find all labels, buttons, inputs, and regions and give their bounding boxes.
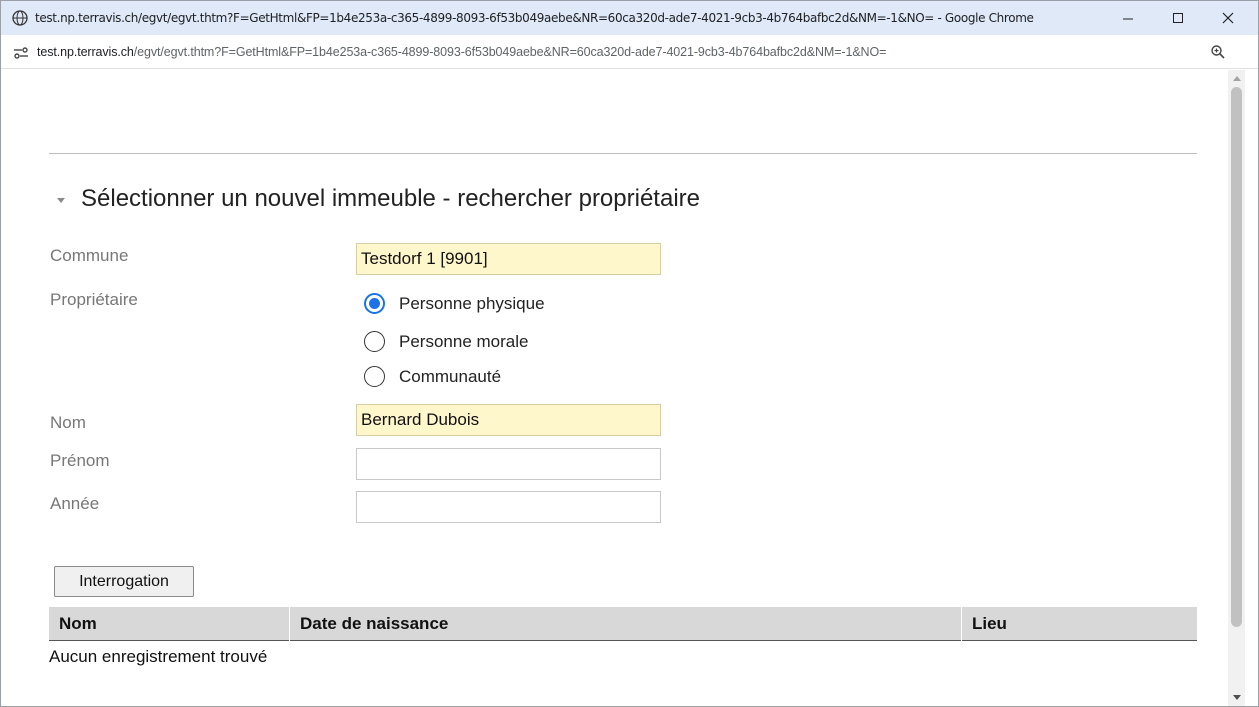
close-button[interactable] [1201,1,1255,35]
table-header: Nom Date de naissance Lieu [49,607,1197,641]
commune-field[interactable] [356,243,661,275]
section-title: Sélectionner un nouvel immeuble - recher… [81,185,700,212]
browser-window: test.np.terravis.ch/egvt/egvt.thtm?F=Get… [0,0,1259,707]
radio-unchecked-icon[interactable] [364,366,385,387]
radio-label[interactable]: Personne physique [399,294,545,314]
radio-label[interactable]: Personne morale [399,332,528,352]
title-bar: test.np.terravis.ch/egvt/egvt.thtm?F=Get… [1,1,1258,35]
close-icon [1222,12,1234,24]
window-title: test.np.terravis.ch/egvt/egvt.thtm?F=Get… [35,11,1034,25]
empty-message: Aucun enregistrement trouvé [49,647,268,666]
radio-personne-morale[interactable]: Personne morale [364,331,528,352]
page-content: Sélectionner un nouvel immeuble - recher… [1,70,1228,706]
prenom-field[interactable] [356,448,661,480]
radio-unchecked-icon[interactable] [364,331,385,352]
url-path: /egvt/egvt.thtm?F=GetHtml&FP=1b4e253a-c3… [133,45,887,59]
url-host: test.np.terravis.ch [37,45,134,59]
divider [49,153,1197,154]
proprietaire-label: Propriétaire [50,290,138,309]
radio-communaute[interactable]: Communauté [364,366,501,387]
address-bar[interactable]: test.np.terravis.ch/egvt/egvt.thtm?F=Get… [1,35,1258,69]
annee-label: Année [50,494,100,513]
minimize-button[interactable] [1101,1,1155,35]
globe-icon [12,10,28,26]
maximize-button[interactable] [1151,1,1205,35]
minimize-icon [1123,18,1133,20]
column-header-date[interactable]: Date de naissance [289,607,961,641]
scroll-up-arrow-icon[interactable] [1233,76,1241,81]
column-header-nom[interactable]: Nom [49,607,289,641]
maximize-icon [1173,13,1183,23]
scroll-down-arrow-icon[interactable] [1233,695,1241,700]
nom-label: Nom [50,413,86,432]
nom-field[interactable] [356,404,661,436]
url-text[interactable]: test.np.terravis.ch/egvt/egvt.thtm?F=Get… [37,45,886,59]
annee-field[interactable] [356,491,661,523]
scroll-thumb[interactable] [1231,87,1242,627]
vertical-scrollbar[interactable] [1228,70,1245,706]
commune-label: Commune [50,246,129,265]
prenom-label: Prénom [50,451,110,470]
results-table: Nom Date de naissance Lieu Aucun enregis… [49,607,1197,666]
section-header[interactable]: Sélectionner un nouvel immeuble - recher… [57,185,700,213]
radio-personne-physique[interactable]: Personne physique [364,293,545,314]
interrogation-button[interactable]: Interrogation [54,566,194,597]
column-header-lieu[interactable]: Lieu [961,607,1197,641]
radio-label[interactable]: Communauté [399,367,501,387]
radio-checked-icon[interactable] [364,293,385,314]
collapse-caret-icon[interactable] [57,197,65,203]
zoom-icon[interactable] [1210,44,1226,60]
tune-icon[interactable] [13,46,29,60]
